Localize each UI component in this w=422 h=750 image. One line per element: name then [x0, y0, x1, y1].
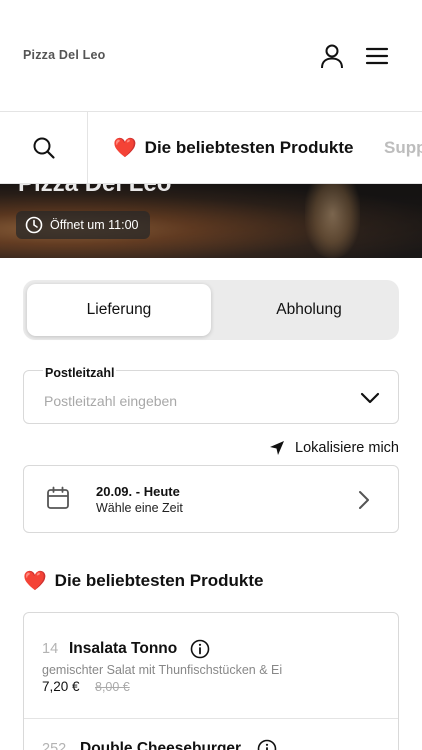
product-list: 14 Insalata Tonno gemischter Salat mit T… [23, 612, 399, 750]
product-description: gemischter Salat mit Thunfischstücken & … [42, 663, 283, 677]
locate-me-label: Lokalisiere mich [295, 440, 399, 456]
product-number: 252 [42, 741, 67, 750]
heart-icon: ❤️ [23, 570, 47, 592]
product-price: 7,20 € [42, 679, 80, 694]
section-title-text: Die beliebtesten Produkte [54, 571, 264, 590]
selected-date: 20.09. - Heute [96, 484, 180, 499]
choose-time-hint: Wähle eine Zeit [96, 501, 183, 515]
calendar-icon [47, 486, 69, 509]
chevron-down-icon[interactable] [360, 391, 380, 405]
product-item[interactable]: 14 Insalata Tonno gemischter Salat mit T… [24, 613, 398, 719]
delivery-option[interactable]: Lieferung [27, 284, 211, 336]
product-number: 14 [42, 641, 59, 657]
clock-icon [25, 216, 43, 234]
postal-code-input[interactable] [44, 393, 344, 409]
delivery-mode-toggle: Lieferung Abholung [23, 280, 399, 340]
opening-status-text: Öffnet um 11:00 [50, 218, 139, 232]
account-button[interactable] [318, 42, 346, 70]
product-name: Double Cheeseburger [80, 740, 242, 750]
locate-me-button[interactable]: Lokalisiere mich [269, 440, 399, 456]
restaurant-hero-image: Pizza Del Leo Öffnet um 11:00 [0, 184, 422, 258]
category-bar: ❤️ Die beliebtesten Produkte Supp [0, 112, 422, 184]
menu-button[interactable] [364, 44, 390, 68]
category-tab-popular[interactable]: ❤️ Die beliebtesten Produkte [113, 112, 354, 183]
category-tab-label: Supp [384, 138, 422, 157]
info-icon[interactable] [190, 639, 210, 659]
heart-icon: ❤️ [113, 137, 137, 159]
pickup-option[interactable]: Abholung [217, 284, 401, 336]
brand-name[interactable]: Pizza Del Leo [23, 48, 105, 62]
search-icon [33, 137, 55, 159]
category-tab-label: Die beliebtesten Produkte [144, 138, 354, 157]
category-tab-next[interactable]: Supp [384, 112, 422, 183]
popular-section-title: ❤️ Die beliebtesten Produkte [23, 571, 263, 591]
product-old-price: 8,00 € [95, 680, 130, 694]
search-button[interactable] [0, 112, 88, 183]
delivery-time-picker[interactable]: 20.09. - Heute Wähle eine Zeit [23, 465, 399, 533]
info-icon[interactable] [257, 739, 277, 750]
product-name: Insalata Tonno [69, 640, 178, 657]
chevron-right-icon [359, 491, 369, 509]
user-icon [321, 44, 343, 69]
postal-code-label: Postleitzahl [43, 366, 117, 380]
hamburger-menu-icon [365, 47, 389, 65]
hero-title: Pizza Del Leo [18, 184, 171, 198]
opening-status-badge: Öffnet um 11:00 [16, 211, 151, 239]
app-header: Pizza Del Leo [0, 0, 422, 112]
location-arrow-icon [270, 441, 285, 455]
